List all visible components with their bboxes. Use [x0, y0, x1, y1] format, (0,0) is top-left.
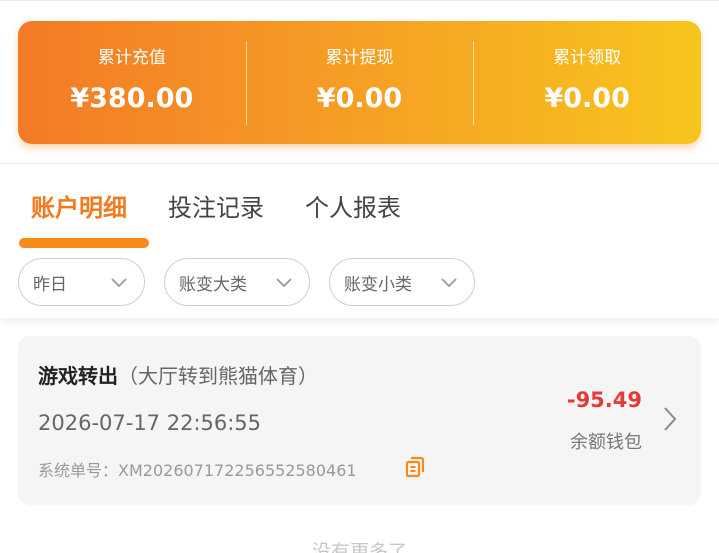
stat-recharge: 累计充值 ¥380.00: [18, 21, 246, 144]
section-divider: [0, 163, 719, 164]
record-title: 游戏转出（大厅转到熊猫体育）: [38, 360, 318, 389]
record-detail: （大厅转到熊猫体育）: [118, 364, 318, 388]
top-divider: [0, 0, 719, 1]
stat-withdraw-value: ¥0.00: [316, 83, 403, 114]
summary-card: 累计充值 ¥380.00 累计提现 ¥0.00 累计领取 ¥0.00: [18, 21, 701, 144]
copy-icon[interactable]: [404, 456, 426, 478]
stat-recharge-label: 累计充值: [97, 48, 166, 68]
chevron-right-icon: [664, 407, 677, 431]
chevron-down-icon: [111, 278, 127, 288]
record-wallet: 余额钱包: [570, 432, 642, 453]
no-more-text: 没有更多了: [311, 541, 407, 553]
active-tab-indicator: [19, 238, 149, 248]
tab-bar: 账户明细 投注记录 个人报表: [0, 176, 719, 236]
record-order-row: 系统单号：XM2026071722565525804​61: [38, 457, 357, 481]
date-filter-dropdown[interactable]: 昨日: [18, 258, 145, 306]
stat-withdraw-label: 累计提现: [325, 48, 394, 68]
order-label: 系统单号：: [38, 461, 119, 480]
date-filter-label: 昨日: [33, 274, 67, 295]
transaction-record-card[interactable]: 游戏转出（大厅转到熊猫体育） 2026-07-17 22:56:55 系统单号：…: [18, 336, 701, 505]
chevron-down-icon: [276, 278, 292, 288]
stat-claim-label: 累计领取: [553, 48, 622, 68]
subcategory-filter-label: 账变小类: [344, 274, 412, 295]
stat-claim: 累计领取 ¥0.00: [473, 21, 701, 144]
stat-recharge-value: ¥380.00: [70, 83, 194, 114]
category-filter-dropdown[interactable]: 账变大类: [164, 258, 310, 306]
stat-claim-value: ¥0.00: [544, 83, 630, 114]
subcategory-filter-dropdown[interactable]: 账变小类: [329, 258, 475, 306]
tab-bet-records[interactable]: 投注记录: [168, 188, 264, 223]
record-timestamp: 2026-07-17 22:56:55: [38, 411, 262, 435]
category-filter-label: 账变大类: [179, 274, 247, 295]
order-number: XM2026071722565525804​61: [118, 461, 357, 480]
tab-account-details[interactable]: 账户明细: [31, 188, 127, 223]
stat-withdraw: 累计提现 ¥0.00: [245, 21, 474, 144]
tab-personal-report[interactable]: 个人报表: [305, 188, 401, 223]
record-amount: -95.49: [566, 388, 642, 412]
filter-bar: 昨日 账变大类 账变小类: [0, 248, 719, 318]
chevron-down-icon: [441, 278, 457, 288]
record-type: 游戏转出: [38, 364, 118, 388]
